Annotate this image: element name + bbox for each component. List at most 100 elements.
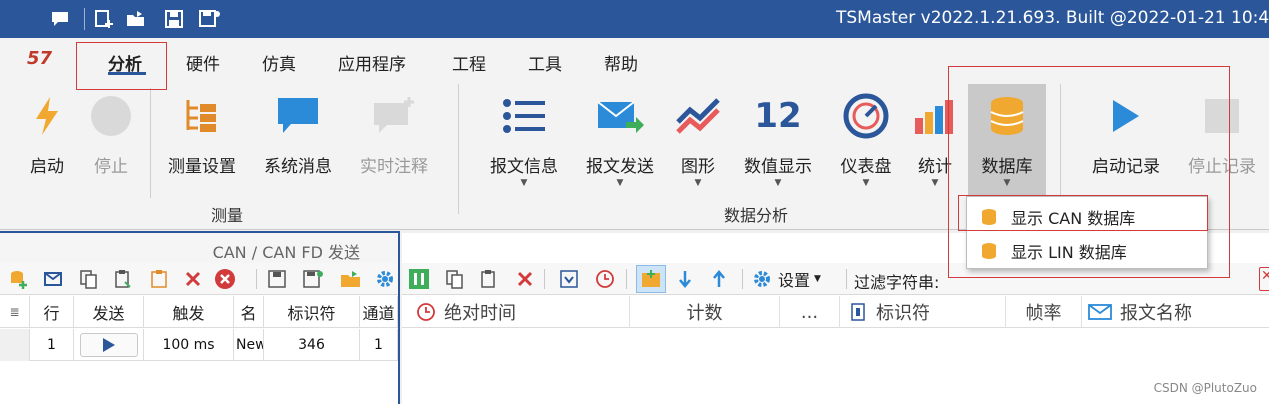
column-name[interactable]: 名	[234, 296, 264, 328]
column-message-name[interactable]: 报文名称	[1082, 296, 1269, 328]
tab-simulation[interactable]: 仿真	[262, 50, 296, 75]
column-row-selector[interactable]: ≣	[0, 296, 30, 328]
column-identifier[interactable]: 标识符	[264, 296, 360, 328]
column-identifier[interactable]: 标识符	[840, 296, 1006, 328]
save-as-icon[interactable]	[302, 268, 324, 290]
active-tab-indicator	[108, 72, 146, 75]
row-selector[interactable]	[0, 329, 30, 361]
gauge-icon	[843, 93, 889, 139]
stop-circle-icon	[91, 96, 131, 136]
column-absolute-time[interactable]: 绝对时间	[402, 296, 630, 328]
stop-record-button[interactable]: 停止记录	[1182, 86, 1262, 177]
chart-line-icon	[676, 98, 720, 134]
paste-icon[interactable]	[478, 268, 500, 290]
chevron-down-icon: ▼	[694, 178, 702, 188]
cell-send	[74, 329, 144, 361]
toolbar-separator	[742, 269, 743, 289]
chevron-down-icon: ▼	[862, 178, 870, 188]
column-send[interactable]: 发送	[74, 296, 144, 328]
comment-add-icon	[374, 97, 414, 133]
column-more[interactable]: ...	[780, 296, 840, 328]
send-grid-header: ≣ 行 发送 触发 名 标识符 通道	[0, 296, 398, 328]
toolbar-separator	[544, 269, 545, 289]
delete-icon[interactable]	[182, 268, 204, 290]
play-icon	[102, 338, 115, 352]
arrow-up-icon[interactable]	[708, 268, 730, 290]
filter-label: 过滤字符串:	[854, 273, 940, 292]
paste-icon[interactable]	[112, 268, 134, 290]
menu-item-show-can-database[interactable]: 显示 CAN 数据库	[967, 200, 1207, 234]
tab-help[interactable]: 帮助	[604, 50, 638, 75]
message-info-button[interactable]: 报文信息 ▼	[484, 86, 564, 188]
menu-item-show-lin-database[interactable]: 显示 LIN 数据库	[967, 234, 1207, 268]
filter-input[interactable]	[950, 267, 1250, 291]
scroll-down-icon[interactable]	[558, 268, 580, 290]
new-project-icon[interactable]	[92, 7, 116, 31]
chevron-down-icon: ▼	[616, 178, 624, 188]
stop-button[interactable]: 停止	[86, 86, 136, 177]
clipboard-icon[interactable]	[148, 268, 170, 290]
open-folder-icon[interactable]	[340, 268, 362, 290]
watermark: CSDN @PlutoZuo	[1153, 381, 1257, 395]
save-icon[interactable]	[162, 7, 186, 31]
chevron-down-icon: ▼	[520, 178, 528, 188]
tab-tools[interactable]: 工具	[528, 50, 562, 75]
numeric-display-button[interactable]: 12 数值显示 ▼	[738, 86, 818, 188]
open-folder-icon[interactable]	[124, 7, 148, 31]
mail-icon	[1088, 304, 1112, 320]
gear-icon[interactable]	[374, 268, 396, 290]
clear-all-icon[interactable]	[214, 268, 236, 290]
gear-icon	[754, 271, 770, 287]
statistics-button[interactable]: 统计 ▼	[908, 86, 962, 188]
analysis-group-label: 数据分析	[724, 206, 789, 225]
save-as-icon[interactable]	[198, 7, 222, 31]
can-send-pane: CAN / CAN FD 发送 ≣ 行 发送 触发 名 标识符 通道 1 100…	[0, 231, 400, 404]
pause-icon[interactable]	[408, 268, 430, 290]
tab-hardware[interactable]: 硬件	[186, 50, 220, 75]
start-record-button[interactable]: 启动记录	[1086, 86, 1166, 177]
graphics-button[interactable]: 图形 ▼	[670, 86, 726, 188]
column-frame-rate[interactable]: 帧率	[1006, 296, 1082, 328]
trace-grid-header: 绝对时间 计数 ... 标识符 帧率 报文名称	[402, 296, 1269, 328]
cell-name: New	[234, 329, 264, 361]
column-row[interactable]: 行	[30, 296, 74, 328]
start-button[interactable]: 启动	[22, 86, 72, 177]
copy-icon[interactable]	[444, 268, 466, 290]
realtime-comment-button[interactable]: 实时注释	[354, 86, 434, 177]
save-icon[interactable]	[266, 268, 288, 290]
tab-applications[interactable]: 应用程序	[338, 50, 406, 75]
tab-project[interactable]: 工程	[452, 50, 486, 75]
chevron-down-icon: ▼	[1003, 178, 1011, 188]
system-messages-button[interactable]: 系统消息	[258, 86, 338, 177]
dashboard-button[interactable]: 仪表盘 ▼	[834, 86, 898, 188]
clock-icon	[417, 303, 435, 321]
chevron-down-icon: ▼	[814, 274, 821, 284]
clear-filter-icon[interactable]: ✕	[1259, 267, 1269, 291]
clock-icon[interactable]	[594, 268, 616, 290]
highlight-toggle-icon[interactable]	[636, 265, 666, 293]
list-icon	[503, 99, 545, 133]
send-play-button[interactable]	[79, 333, 138, 357]
column-count[interactable]: 计数	[630, 296, 780, 328]
cell-identifier: 346	[264, 329, 360, 361]
add-database-icon[interactable]	[8, 268, 30, 290]
app-logo: 57	[27, 48, 53, 69]
column-channel[interactable]: 通道	[360, 296, 398, 328]
number-12-icon: 12	[754, 96, 802, 136]
delete-icon[interactable]	[514, 268, 536, 290]
window-title: TSMaster v2022.1.21.693. Built @2022-01-…	[836, 8, 1269, 28]
send-toolbar	[0, 263, 398, 295]
message-send-button[interactable]: 报文发送 ▼	[580, 86, 660, 188]
settings-dropdown[interactable]: 设置 ▼	[752, 268, 821, 290]
title-bar: TSMaster v2022.1.21.693. Built @2022-01-…	[0, 0, 1269, 38]
arrow-down-icon[interactable]	[674, 268, 696, 290]
copy-icon[interactable]	[78, 268, 100, 290]
tree-settings-icon	[186, 100, 216, 132]
column-trigger[interactable]: 触发	[144, 296, 234, 328]
add-frame-icon[interactable]	[42, 268, 64, 290]
chevron-down-icon: ▼	[774, 178, 782, 188]
chat-icon[interactable]	[48, 7, 72, 31]
table-row[interactable]: 1 100 ms New 346 1	[0, 329, 398, 361]
mail-send-icon	[597, 101, 644, 133]
measure-settings-button[interactable]: 测量设置	[162, 86, 242, 177]
